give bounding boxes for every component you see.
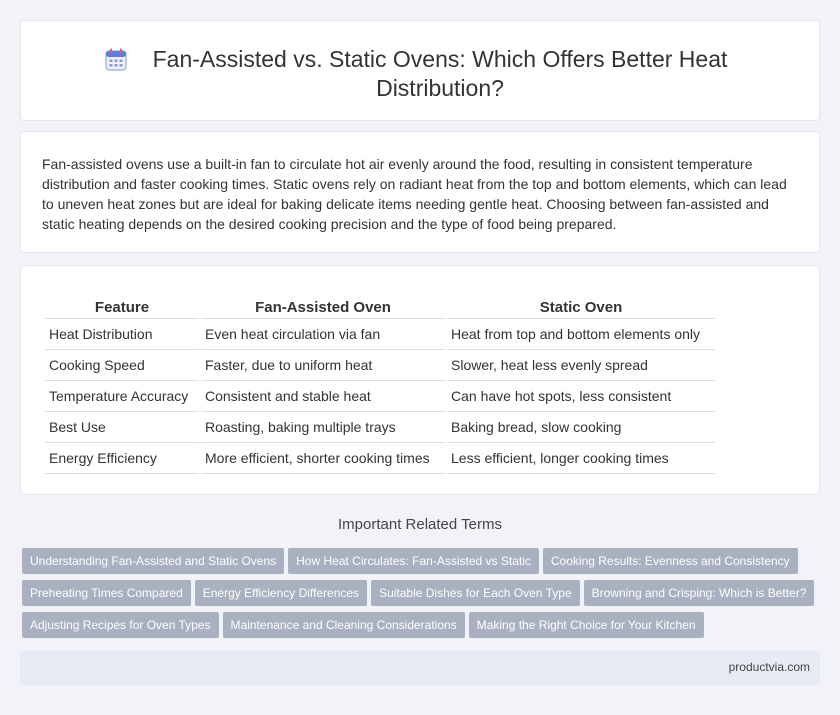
table-cell: Temperature Accuracy [45,381,199,412]
table-cell: Can have hot spots, less consistent [447,381,715,412]
table-cell: Cooking Speed [45,350,199,381]
table-cell: Faster, due to uniform heat [201,350,445,381]
related-term-tag[interactable]: Understanding Fan-Assisted and Static Ov… [22,548,285,574]
table-row: Cooking Speed Faster, due to uniform hea… [45,350,715,381]
table-cell: Best Use [45,412,199,443]
table-cell: Less efficient, longer cooking times [447,443,715,474]
calendar-icon [105,48,127,71]
table-row: Heat Distribution Even heat circulation … [45,319,715,350]
related-term-tag[interactable]: Energy Efficiency Differences [194,580,368,606]
table-header-row: Feature Fan-Assisted Oven Static Oven [45,296,715,319]
related-term-tag[interactable]: Maintenance and Cleaning Considerations [222,612,465,638]
column-header-fan-assisted: Fan-Assisted Oven [201,296,445,319]
table-cell: Consistent and stable heat [201,381,445,412]
related-term-tag[interactable]: Adjusting Recipes for Oven Types [22,612,219,638]
comparison-table: Feature Fan-Assisted Oven Static Oven He… [43,296,717,474]
table-cell: Baking bread, slow cooking [447,412,715,443]
footer: productvia.com [20,651,820,685]
table-cell: Heat from top and bottom elements only [447,319,715,350]
title-wrap: Fan-Assisted vs. Static Ovens: Which Off… [21,45,819,103]
related-term-tag[interactable]: Making the Right Choice for Your Kitchen [468,612,704,638]
table-cell: More efficient, shorter cooking times [201,443,445,474]
table-cell: Energy Efficiency [45,443,199,474]
intro-card: Fan-assisted ovens use a built-in fan to… [20,131,820,253]
table-cell: Slower, heat less evenly spread [447,350,715,381]
table-cell: Roasting, baking multiple trays [201,412,445,443]
intro-paragraph: Fan-assisted ovens use a built-in fan to… [42,156,787,232]
related-term-tag[interactable]: Preheating Times Compared [22,580,191,606]
related-term-tag[interactable]: Suitable Dishes for Each Oven Type [371,580,580,606]
table-row: Energy Efficiency More efficient, shorte… [45,443,715,474]
footer-site-link[interactable]: productvia.com [729,660,810,674]
related-terms-list: Understanding Fan-Assisted and Static Ov… [22,548,822,644]
related-term-tag[interactable]: Cooking Results: Evenness and Consistenc… [542,548,798,574]
table-cell: Heat Distribution [45,319,199,350]
column-header-feature: Feature [45,296,199,319]
related-term-tag[interactable]: How Heat Circulates: Fan-Assisted vs Sta… [288,548,539,574]
table-row: Best Use Roasting, baking multiple trays… [45,412,715,443]
related-term-tag[interactable]: Browning and Crisping: Which is Better? [583,580,815,606]
related-terms-title: Important Related Terms [338,516,502,533]
column-header-static: Static Oven [447,296,715,319]
table-cell: Even heat circulation via fan [201,319,445,350]
table-row: Temperature Accuracy Consistent and stab… [45,381,715,412]
comparison-card: Feature Fan-Assisted Oven Static Oven He… [20,265,820,495]
page-title: Fan-Assisted vs. Static Ovens: Which Off… [152,46,728,101]
title-card: Fan-Assisted vs. Static Ovens: Which Off… [20,20,820,121]
